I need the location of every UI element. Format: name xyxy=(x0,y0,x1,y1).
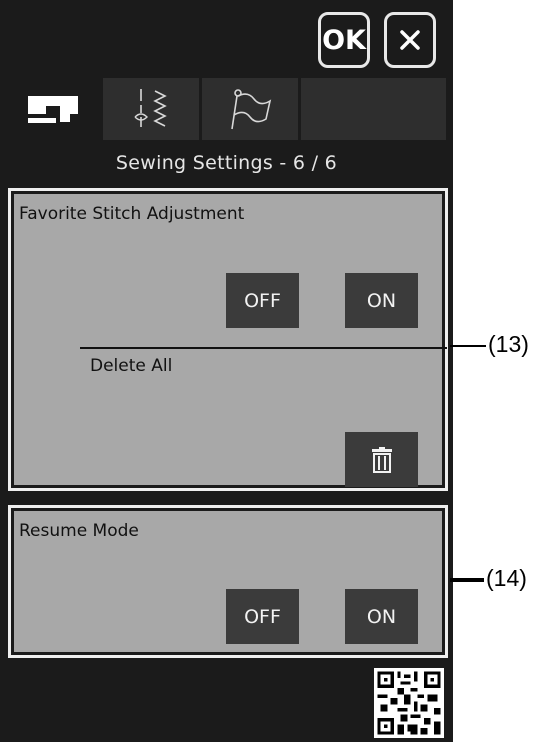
page-title: Sewing Settings - 6 / 6 xyxy=(115,152,338,174)
resume-mode-label: Resume Mode xyxy=(19,521,139,541)
sewing-machine-icon xyxy=(28,96,78,123)
resume-mode-on-button[interactable]: ON xyxy=(345,589,418,644)
close-icon xyxy=(400,30,420,50)
settings-tab-bar xyxy=(8,78,446,140)
favorite-stitch-on-button[interactable]: ON xyxy=(345,273,418,328)
delete-all-button[interactable] xyxy=(345,432,418,487)
callout-14: (14) xyxy=(486,565,527,591)
close-button[interactable] xyxy=(384,12,436,68)
callout-line-14 xyxy=(450,578,484,582)
resume-mode-off-button[interactable]: OFF xyxy=(226,589,299,644)
trash-icon xyxy=(371,446,392,473)
resume-mode-panel: Resume Mode OFF ON xyxy=(8,505,448,658)
section-divider xyxy=(80,347,447,349)
tab-stitch-settings[interactable] xyxy=(103,78,199,140)
favorite-stitch-label: Favorite Stitch Adjustment xyxy=(19,204,245,224)
callout-line-13 xyxy=(450,345,486,347)
qr-code-icon[interactable] xyxy=(374,668,444,738)
delete-all-label: Delete All xyxy=(90,356,173,376)
flag-icon xyxy=(231,89,272,130)
settings-screen: OK Sewing Settings - 6 / 6 Favorite Stit… xyxy=(0,0,453,742)
tab-empty xyxy=(301,78,446,140)
tab-general-settings[interactable] xyxy=(202,78,298,140)
favorite-stitch-off-button[interactable]: OFF xyxy=(226,273,299,328)
tab-machine-settings[interactable] xyxy=(8,78,100,140)
ok-button[interactable]: OK xyxy=(318,12,370,68)
callout-13: (13) xyxy=(488,331,529,357)
favorite-stitch-panel: Favorite Stitch Adjustment OFF ON Delete… xyxy=(8,188,448,491)
stitch-icon xyxy=(134,89,167,127)
